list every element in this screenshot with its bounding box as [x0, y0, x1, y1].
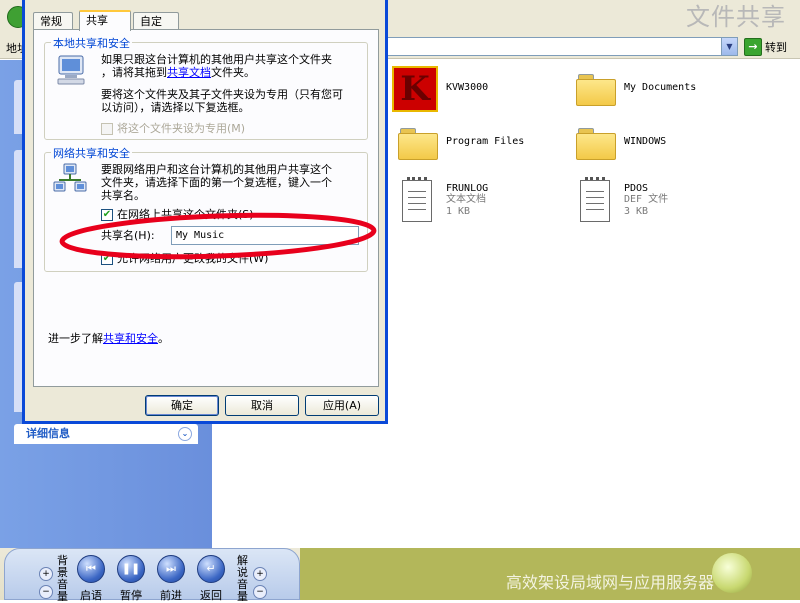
- network-desc-1: 要跟网络用户和这台计算机的其他用户共享这个: [101, 163, 332, 176]
- private-checkbox-label: 将这个文件夹设为专用(M): [117, 122, 246, 135]
- ok-button[interactable]: 确定: [145, 395, 219, 416]
- sharing-security-link[interactable]: 共享和安全: [103, 332, 158, 345]
- network-computers-icon: [53, 163, 87, 192]
- pause-label: 暂停: [120, 589, 142, 602]
- file-name: KVW3000: [446, 82, 489, 93]
- learn-more-text: 进一步了解共享和安全。: [48, 332, 169, 345]
- file-size: 1 KB: [446, 206, 471, 217]
- volume-down-icon[interactable]: −: [253, 585, 267, 599]
- file-item[interactable]: FRUNLOG 文本文档 1 KB: [402, 177, 489, 222]
- tab-general[interactable]: 常规: [33, 12, 73, 30]
- restart-label: 启语: [80, 589, 102, 602]
- apply-button[interactable]: 应用(A): [305, 395, 379, 416]
- address-input[interactable]: ▼: [372, 37, 738, 56]
- network-desc-2: 文件夹，请选择下面的第一个复选框，键入一个: [101, 176, 332, 189]
- return-label: 返回: [200, 589, 222, 602]
- go-button[interactable]: → 转到: [744, 37, 796, 57]
- file-name: Program Files: [446, 136, 525, 147]
- file-name: PDOS: [624, 183, 649, 194]
- narration-volume-label: 解说音量: [237, 554, 248, 603]
- return-button[interactable]: ↵: [197, 555, 225, 583]
- player-controls: + − 背景音量 ⏮ 启语 ❚❚ 暂停 ⏭ 前进 ↵ 返回 解说音量 + −: [4, 548, 300, 603]
- allow-change-label: 允许网络用户更改我的文件(W): [117, 252, 269, 265]
- pause-button[interactable]: ❚❚: [117, 555, 145, 583]
- details-label: 详细信息: [26, 427, 70, 440]
- network-desc-3: 共享名。: [101, 189, 145, 202]
- file-type: DEF 文件: [624, 194, 669, 205]
- orb-logo-icon: [712, 553, 752, 593]
- chevron-down-icon[interactable]: ⌄: [178, 427, 192, 441]
- share-on-network-label: 在网络上共享这个文件夹(S): [117, 208, 254, 221]
- file-item[interactable]: Program Files: [398, 126, 524, 160]
- file-name: FRUNLOG: [446, 183, 489, 194]
- go-arrow-icon: →: [744, 38, 762, 56]
- file-name: WINDOWS: [624, 136, 667, 147]
- local-desc-3: 要将这个文件夹及其子文件夹设为专用（只有您可: [101, 88, 343, 101]
- shared-documents-link[interactable]: 共享文档: [167, 66, 211, 79]
- network-sharing-group: 网络共享和安全 要跟网络用户和这台计算机的其他用户共享这个 文件夹，请选择下面的…: [44, 145, 368, 272]
- chevron-down-icon[interactable]: ▼: [721, 38, 737, 55]
- local-desc-2: ，请将其拖到共享文档文件夹。: [101, 66, 255, 79]
- properties-dialog: 常规 共享 自定义 本地共享和安全 如果只跟这台计算机的其他用户共享这个文件夹 …: [22, 0, 388, 424]
- tab-sharing[interactable]: 共享: [79, 10, 131, 31]
- file-name: My Documents: [624, 82, 697, 93]
- tab-customize[interactable]: 自定义: [133, 12, 179, 45]
- volume-down-icon[interactable]: −: [39, 585, 53, 599]
- file-item[interactable]: PDOS DEF 文件 3 KB: [580, 177, 669, 222]
- volume-up-icon[interactable]: +: [39, 567, 53, 581]
- sharing-tab-page: 本地共享和安全 如果只跟这台计算机的其他用户共享这个文件夹 ，请将其拖到共享文档…: [33, 29, 379, 387]
- window-title: 文件共享: [686, 3, 786, 31]
- share-name-input[interactable]: My Music: [171, 226, 359, 245]
- local-desc-4: 以访问），请选择以下复选框。: [101, 101, 250, 114]
- local-sharing-group: 本地共享和安全 如果只跟这台计算机的其他用户共享这个文件夹 ，请将其拖到共享文档…: [44, 35, 368, 140]
- text-document-icon: [580, 177, 610, 222]
- file-item[interactable]: WINDOWS: [576, 126, 666, 160]
- file-size: 3 KB: [624, 206, 649, 217]
- folder-icon: [398, 126, 438, 160]
- course-title: 高效架设局域网与应用服务器: [505, 573, 714, 592]
- network-group-title: 网络共享和安全: [51, 145, 132, 161]
- local-group-title: 本地共享和安全: [51, 35, 132, 51]
- bg-volume-label: 背景音量: [57, 554, 68, 603]
- folder-icon: [576, 126, 616, 160]
- file-type: 文本文档: [446, 194, 486, 205]
- private-checkbox[interactable]: [101, 123, 113, 135]
- restart-button[interactable]: ⏮: [77, 555, 105, 583]
- cancel-button[interactable]: 取消: [225, 395, 299, 416]
- share-on-network-checkbox[interactable]: ✔: [101, 209, 113, 221]
- go-label: 转到: [765, 41, 787, 54]
- share-name-label: 共享名(H):: [101, 229, 155, 242]
- text-document-icon: [402, 177, 432, 222]
- forward-button[interactable]: ⏭: [157, 555, 185, 583]
- details-panel-header[interactable]: 详细信息 ⌄: [14, 424, 198, 444]
- folder-icon: [576, 72, 616, 106]
- file-item[interactable]: K KVW3000: [392, 66, 488, 112]
- volume-up-icon[interactable]: +: [253, 567, 267, 581]
- forward-label: 前进: [160, 589, 182, 602]
- local-desc-1: 如果只跟这台计算机的其他用户共享这个文件夹: [101, 53, 332, 66]
- computer-icon: [57, 55, 85, 85]
- allow-change-checkbox[interactable]: ✔: [101, 253, 113, 265]
- file-item[interactable]: My Documents: [576, 72, 696, 106]
- kvw-app-icon: K: [392, 66, 438, 112]
